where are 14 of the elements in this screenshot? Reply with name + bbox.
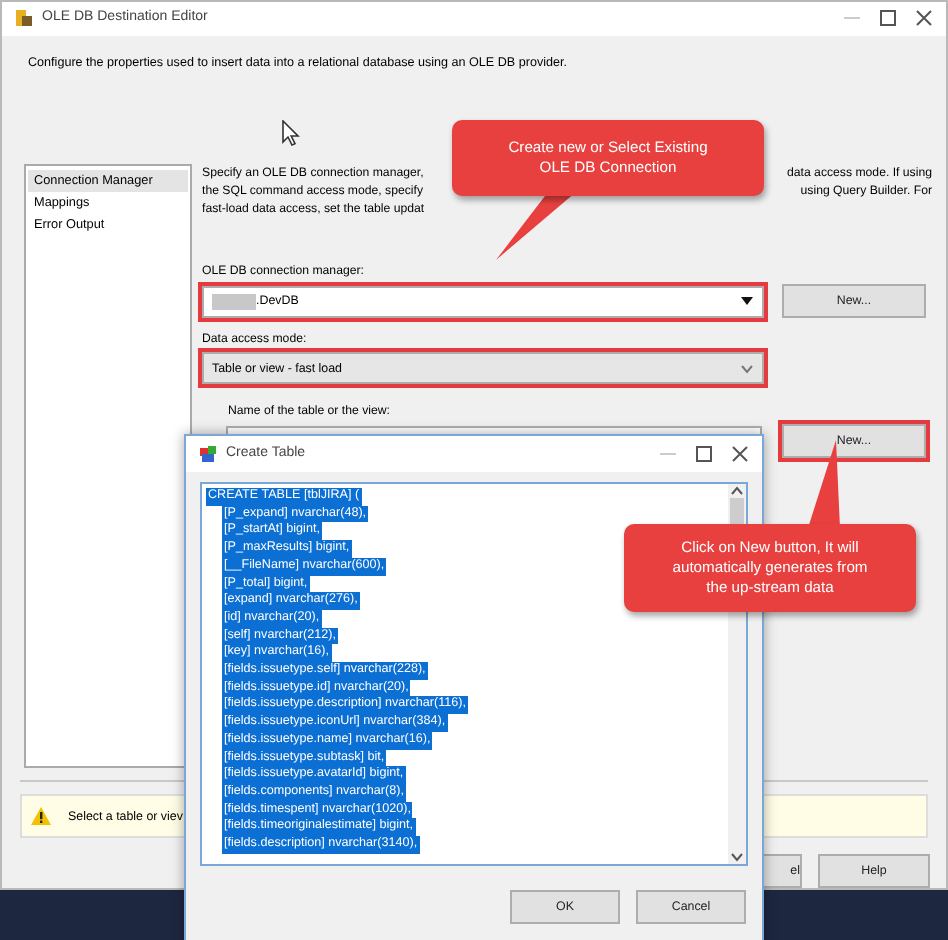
dropdown-caret-icon	[740, 296, 754, 307]
redacted-text	[212, 293, 256, 310]
app-icon	[198, 444, 218, 464]
warning-icon	[30, 806, 52, 827]
cursor-icon	[282, 120, 300, 146]
maximize-icon[interactable]	[694, 444, 714, 464]
scroll-thumb[interactable]	[730, 498, 744, 524]
dropdown-caret-icon	[740, 363, 754, 374]
close-icon[interactable]	[914, 8, 934, 29]
scroll-up-icon[interactable]	[730, 484, 744, 498]
scroll-down-icon[interactable]	[730, 850, 744, 864]
maximize-icon[interactable]	[878, 8, 898, 29]
close-icon[interactable]	[730, 444, 750, 464]
app-icon	[14, 8, 34, 29]
